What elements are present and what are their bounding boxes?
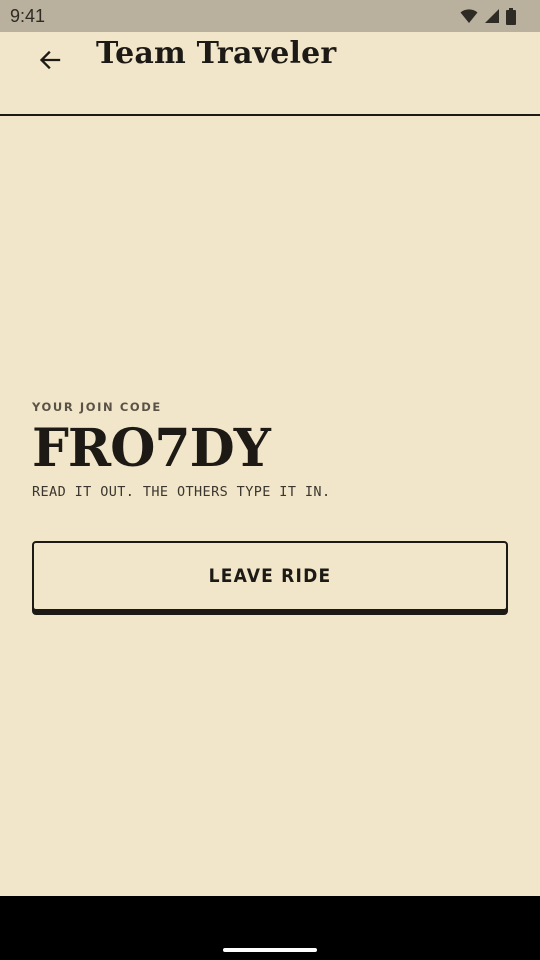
join-code-section: YOUR JOIN CODE FRO7DY READ IT OUT. THE O…: [32, 400, 508, 611]
battery-icon: [506, 7, 516, 25]
wifi-icon: [460, 9, 478, 23]
arrow-left-icon: [39, 50, 61, 70]
status-time: 9:41: [10, 5, 46, 26]
page-title: Team Traveler: [96, 36, 337, 71]
app-bar: Team Traveler: [0, 32, 540, 116]
cell-signal-icon: [485, 9, 499, 23]
status-icons: [460, 7, 516, 25]
leave-ride-button[interactable]: LEAVE RIDE: [32, 541, 508, 611]
home-handle[interactable]: [223, 948, 317, 952]
navigation-bar: [0, 896, 540, 960]
join-code: FRO7DY: [32, 418, 271, 479]
join-code-label: YOUR JOIN CODE: [32, 400, 162, 414]
join-code-hint: READ IT OUT. THE OTHERS TYPE IT IN.: [32, 484, 331, 500]
status-bar: 9:41: [0, 0, 540, 32]
back-button[interactable]: [26, 38, 74, 82]
